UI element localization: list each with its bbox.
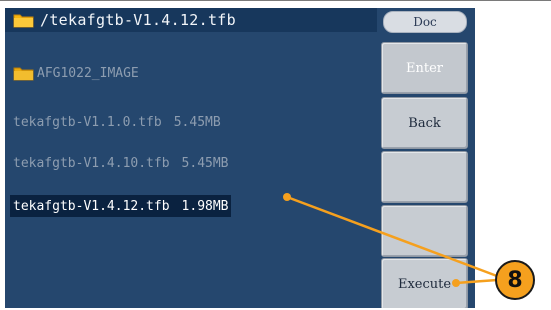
callout-badge: 8: [495, 260, 535, 300]
file-size: 1.98MB: [181, 198, 229, 214]
file-name: tekafgtb-V1.4.12.tfb: [13, 198, 170, 214]
current-path: /tekafgtb-V1.4.12.tfb: [40, 11, 236, 29]
title-bar: /tekafgtb-V1.4.12.tfb: [5, 8, 377, 32]
list-item-file[interactable]: tekafgtb-V1.4.10.tfb 5.45MB: [13, 152, 229, 174]
execute-button[interactable]: Execute: [381, 258, 468, 308]
enter-button[interactable]: Enter: [381, 42, 468, 94]
file-size: 5.45MB: [173, 114, 221, 130]
menu-tab-doc[interactable]: Doc: [383, 11, 467, 33]
side-menu: Doc Enter Back Execute: [379, 8, 475, 308]
folder-icon: [13, 12, 34, 28]
file-name: AFG1022_IMAGE: [37, 65, 139, 81]
file-name: tekafgtb-V1.4.10.tfb: [13, 155, 170, 171]
folder-icon: [13, 65, 34, 81]
file-browser-screen: /tekafgtb-V1.4.12.tfb AFG1022_IMAGE teka…: [5, 8, 475, 308]
list-item-folder[interactable]: AFG1022_IMAGE: [13, 62, 139, 84]
back-button[interactable]: Back: [381, 97, 468, 149]
blank-softkey-1[interactable]: [381, 151, 468, 203]
file-name: tekafgtb-V1.1.0.tfb: [13, 114, 162, 130]
blank-softkey-2[interactable]: [381, 205, 468, 257]
top-rule: [0, 0, 551, 1]
list-item-file-selected[interactable]: tekafgtb-V1.4.12.tfb 1.98MB: [10, 195, 231, 217]
file-size: 5.45MB: [181, 155, 229, 171]
list-item-file[interactable]: tekafgtb-V1.1.0.tfb 5.45MB: [13, 111, 221, 133]
